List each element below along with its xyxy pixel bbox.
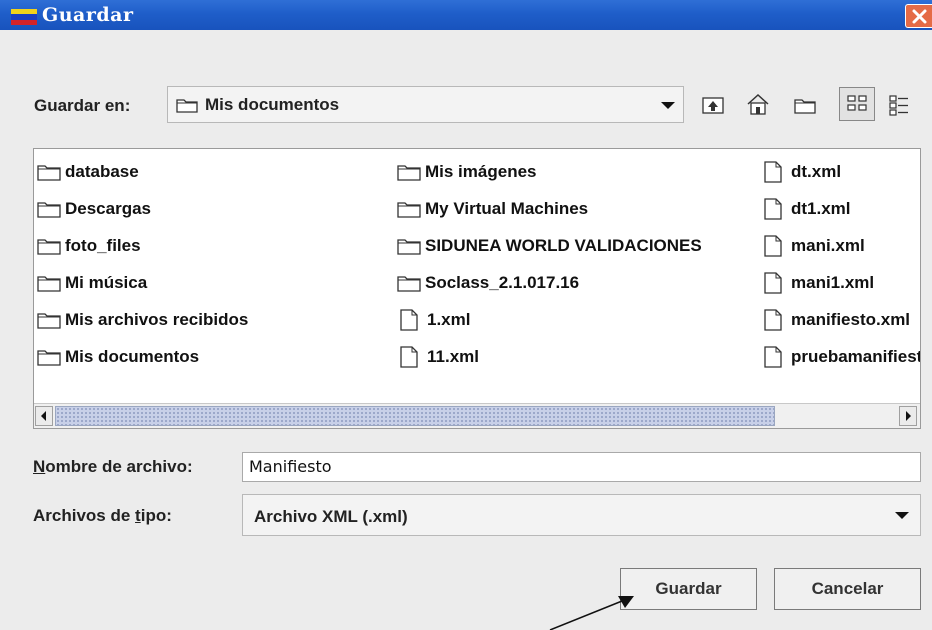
save-dialog: Guardar Guardar en: Mis documentos datab…: [0, 0, 932, 630]
pointer-arrow-icon: [549, 596, 634, 630]
